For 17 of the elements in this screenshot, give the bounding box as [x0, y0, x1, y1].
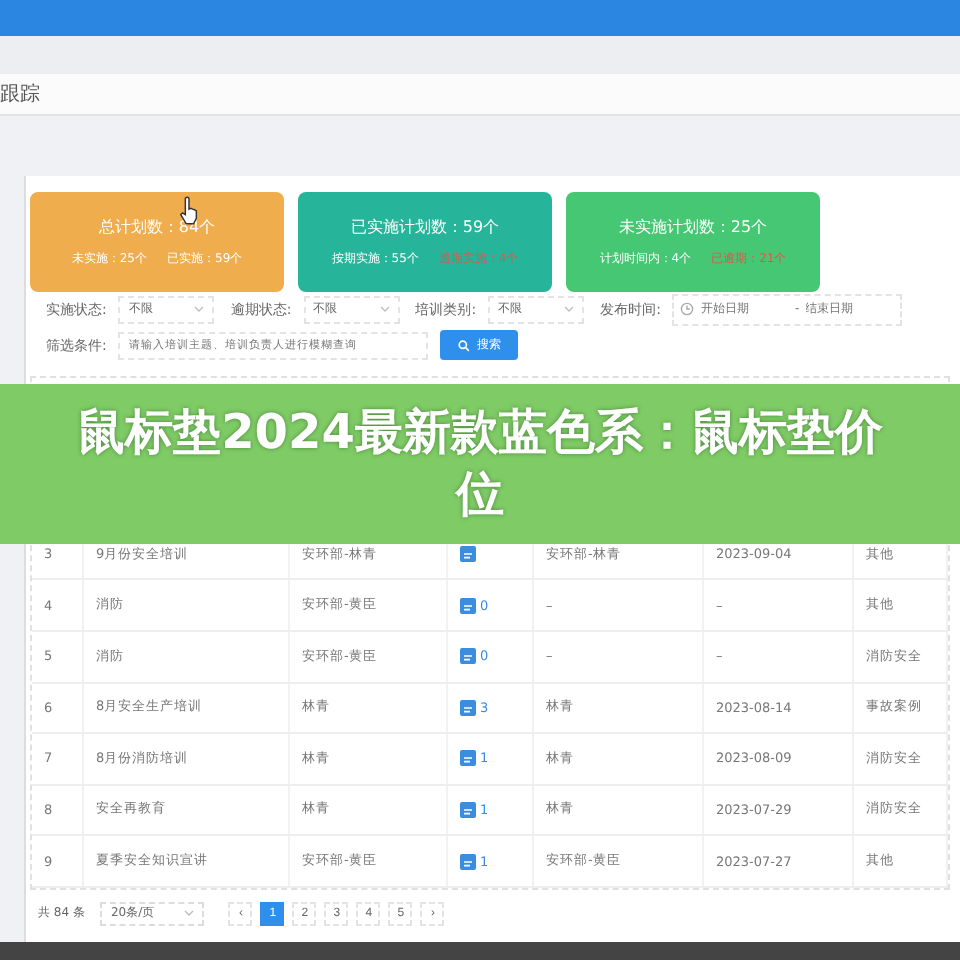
- search-icon: [458, 339, 471, 352]
- document-icon: [460, 801, 476, 818]
- document-icon: [460, 750, 476, 767]
- document-icon: [460, 648, 476, 665]
- document-icon: [460, 699, 476, 716]
- caret-icon: [564, 306, 575, 313]
- clock-icon: [680, 302, 695, 317]
- card-title: 未实施计划数：25个: [618, 215, 768, 238]
- page-title: 跟踪: [0, 81, 40, 108]
- caret-icon: [184, 910, 195, 917]
- caret-icon: [194, 306, 205, 313]
- document-icon: [460, 546, 476, 563]
- document-icon: [460, 853, 476, 870]
- card-title: 已实施计划数：59个: [350, 215, 500, 238]
- document-icon: [460, 597, 476, 614]
- caption-text: 鼠标垫2024最新款蓝色系：鼠标垫价位: [75, 401, 885, 526]
- caret-icon: [379, 306, 390, 313]
